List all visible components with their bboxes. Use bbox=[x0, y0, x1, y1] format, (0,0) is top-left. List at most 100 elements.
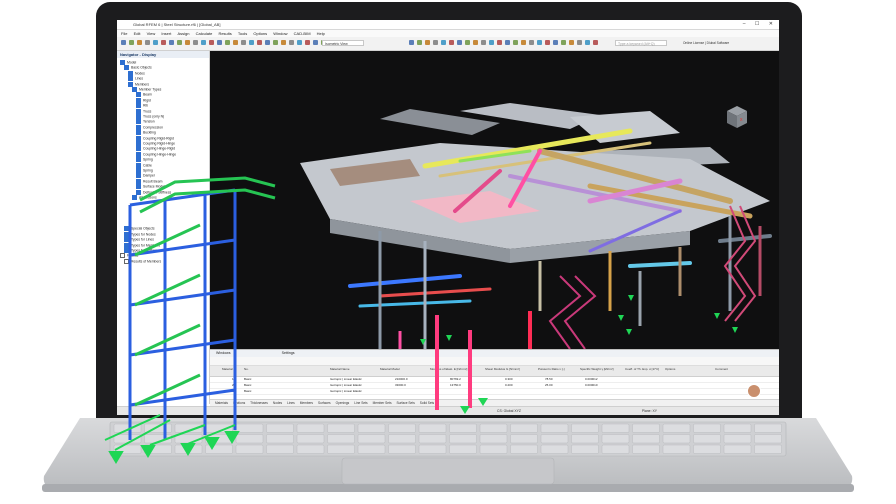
checkbox[interactable] bbox=[132, 195, 137, 200]
window-controls[interactable]: – ☐ ✕ bbox=[743, 20, 777, 29]
menu-assign[interactable]: Assign bbox=[177, 31, 189, 36]
search-input[interactable]: Type a keyword (Alt+Q) bbox=[615, 40, 667, 46]
checkbox[interactable] bbox=[136, 173, 141, 179]
toolbar-button[interactable] bbox=[481, 40, 486, 45]
tree-item[interactable]: Surface Model bbox=[136, 184, 165, 190]
tree-item[interactable]: Model bbox=[120, 60, 136, 65]
tree-item[interactable]: Coupling Hinge-Hinge bbox=[136, 151, 176, 157]
model-viewport[interactable]: x bbox=[210, 51, 779, 349]
toolbar-button[interactable] bbox=[529, 40, 534, 45]
checkbox[interactable] bbox=[136, 108, 141, 114]
menu-calculate[interactable]: Calculate bbox=[196, 31, 213, 36]
menu-view[interactable]: View bbox=[147, 31, 156, 36]
menu-file[interactable]: File bbox=[121, 31, 127, 36]
toolbar-button[interactable] bbox=[137, 40, 142, 45]
tab-line-sets[interactable]: Line Sets bbox=[354, 401, 367, 405]
toolbar-button[interactable] bbox=[297, 40, 302, 45]
tree-item[interactable]: Definable Stiffness bbox=[136, 189, 171, 195]
checkbox[interactable] bbox=[136, 146, 141, 152]
toolbar-button[interactable] bbox=[409, 40, 414, 45]
tree-item[interactable]: Basic Objects bbox=[124, 65, 152, 71]
checkbox[interactable] bbox=[124, 226, 129, 232]
toolbar-button[interactable] bbox=[521, 40, 526, 45]
menu-edit[interactable]: Edit bbox=[134, 31, 141, 36]
toolbar-button[interactable] bbox=[265, 40, 270, 45]
toolbar-button[interactable] bbox=[257, 40, 262, 45]
toolbar-button[interactable] bbox=[177, 40, 182, 45]
toolbar-button[interactable] bbox=[225, 40, 230, 45]
tree-item[interactable]: Results of Members bbox=[124, 258, 161, 264]
checkbox[interactable] bbox=[124, 237, 129, 243]
toolbar-button[interactable] bbox=[537, 40, 542, 45]
tree-item[interactable]: Truss bbox=[136, 108, 151, 114]
tab-thicknesses[interactable]: Thicknesses bbox=[250, 401, 268, 405]
toolbar-button[interactable] bbox=[217, 40, 222, 45]
toolbar-button[interactable] bbox=[169, 40, 174, 45]
checkbox[interactable] bbox=[136, 119, 141, 125]
checkbox[interactable] bbox=[136, 103, 141, 109]
checkbox[interactable] bbox=[136, 97, 141, 103]
tab-sections[interactable]: Sections bbox=[233, 401, 245, 405]
menu-results[interactable]: Results bbox=[218, 31, 231, 36]
tree-item[interactable]: Coupling Rigid-Hinge bbox=[136, 141, 175, 146]
tab-nodes[interactable]: Nodes bbox=[273, 401, 282, 405]
checkbox[interactable] bbox=[136, 189, 141, 195]
tree-item[interactable]: All Sections bbox=[132, 195, 157, 200]
tree-item[interactable]: Buckling bbox=[136, 130, 156, 136]
tab-openings[interactable]: Openings bbox=[336, 401, 350, 405]
table-row[interactable]: 3 Basic Isotropic | Linear Elastic bbox=[210, 389, 779, 395]
checkbox[interactable] bbox=[136, 130, 141, 136]
checkbox[interactable] bbox=[124, 258, 129, 264]
toolbar-button[interactable] bbox=[593, 40, 598, 45]
tree-item[interactable]: Coupling Rigid-Rigid bbox=[136, 135, 174, 141]
toolbar-button[interactable] bbox=[249, 40, 254, 45]
toolbar-button[interactable] bbox=[505, 40, 510, 45]
toolbar-button[interactable] bbox=[489, 40, 494, 45]
toolbar-button[interactable] bbox=[233, 40, 238, 45]
checkbox[interactable] bbox=[128, 81, 133, 87]
checkbox[interactable] bbox=[124, 231, 129, 237]
toolbar-button[interactable] bbox=[561, 40, 566, 45]
toolbar-button[interactable] bbox=[193, 40, 198, 45]
checkbox[interactable] bbox=[136, 135, 141, 141]
tree-item[interactable]: Types for Lines bbox=[124, 237, 154, 243]
tree-item[interactable]: Special Objects bbox=[124, 226, 155, 232]
tab-materials[interactable]: Materials bbox=[215, 401, 228, 405]
menu-window[interactable]: Window bbox=[273, 31, 287, 36]
checkbox[interactable] bbox=[120, 253, 125, 259]
checkbox[interactable] bbox=[132, 87, 137, 92]
view-cube[interactable]: x bbox=[723, 103, 751, 131]
tree-item[interactable]: Spring bbox=[136, 168, 153, 173]
toolbar-button[interactable] bbox=[497, 40, 502, 45]
checkbox[interactable] bbox=[136, 157, 141, 163]
menu-help[interactable]: Help bbox=[317, 31, 325, 36]
toolbar-button[interactable] bbox=[185, 40, 190, 45]
tree-item[interactable]: Nodes bbox=[128, 70, 145, 76]
menu-tools[interactable]: Tools bbox=[238, 31, 247, 36]
tree-item[interactable]: Results bbox=[120, 253, 138, 259]
tree-item[interactable]: Rib bbox=[136, 103, 148, 109]
tree-item[interactable]: Cable bbox=[136, 162, 152, 168]
toolbar-button[interactable] bbox=[145, 40, 150, 45]
tree-item[interactable]: Tension bbox=[136, 119, 155, 125]
toolbar-button[interactable] bbox=[201, 40, 206, 45]
toolbar-button[interactable] bbox=[161, 40, 166, 45]
checkbox[interactable] bbox=[136, 124, 141, 130]
toolbar-button[interactable] bbox=[313, 40, 318, 45]
toolbar-button[interactable] bbox=[433, 40, 438, 45]
view-combo[interactable]: Isometric View bbox=[322, 40, 364, 46]
checkbox[interactable] bbox=[120, 60, 125, 65]
toolbar-button[interactable] bbox=[457, 40, 462, 45]
toolbar-button[interactable] bbox=[209, 40, 214, 45]
checkbox[interactable] bbox=[128, 70, 133, 76]
toolbar-button[interactable] bbox=[553, 40, 558, 45]
checkbox[interactable] bbox=[124, 65, 129, 71]
menu-options[interactable]: Options bbox=[253, 31, 267, 36]
tree-item[interactable]: Types for Surfaces bbox=[124, 248, 159, 253]
tree-item[interactable]: Types for Nodes bbox=[124, 231, 156, 237]
tree-item[interactable]: Types for Members bbox=[124, 242, 160, 248]
toolbar-button[interactable] bbox=[153, 40, 158, 45]
toolbar-button[interactable] bbox=[241, 40, 246, 45]
tree-item[interactable]: Members bbox=[128, 81, 149, 87]
checkbox[interactable] bbox=[136, 168, 141, 173]
